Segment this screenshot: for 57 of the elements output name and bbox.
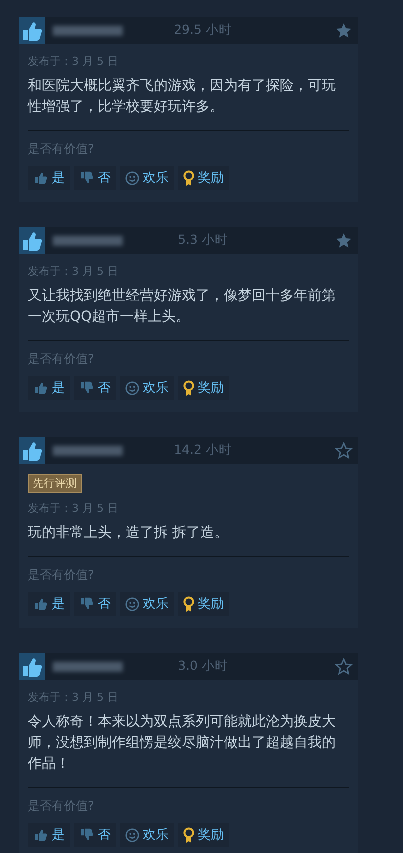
vote-yes-button[interactable]: 是 — [28, 376, 70, 400]
smiley-icon — [125, 170, 140, 186]
star-icon[interactable] — [335, 232, 353, 250]
vote-no-button[interactable]: 否 — [74, 166, 116, 190]
award-ribbon-icon — [183, 380, 195, 396]
thumbs-up-icon — [33, 170, 49, 186]
review-text: 和医院大概比翼齐飞的游戏，因为有了探险，可玩性增强了，比学校要好玩许多。 — [28, 77, 337, 117]
vote-yes-button[interactable]: 是 — [28, 166, 70, 190]
blurred-username — [53, 236, 123, 246]
blurred-username — [53, 26, 123, 36]
star-icon[interactable] — [335, 22, 353, 40]
playtime-hours: 3.0 小时 — [178, 658, 228, 675]
thumbs-up-icon — [33, 596, 49, 612]
funny-button[interactable]: 欢乐 — [120, 823, 174, 847]
thumbs-down-icon — [79, 596, 95, 612]
blurred-username — [53, 662, 123, 672]
post-date: 发布于：3 月 5 日 — [28, 264, 120, 279]
award-ribbon-icon — [183, 596, 195, 612]
vote-yes-button[interactable]: 是 — [28, 592, 70, 616]
thumbs-down-icon — [79, 827, 95, 843]
star-icon[interactable] — [335, 442, 353, 460]
star-icon[interactable] — [335, 658, 353, 676]
thumbs-down-icon — [79, 170, 95, 186]
funny-button[interactable]: 欢乐 — [120, 592, 174, 616]
review-text: 又让我找到绝世经营好游戏了，像梦回十多年前第一次玩QQ超市一样上头。 — [28, 287, 337, 327]
funny-button[interactable]: 欢乐 — [120, 376, 174, 400]
funny-button[interactable]: 欢乐 — [120, 166, 174, 190]
award-ribbon-icon — [183, 170, 195, 186]
blurred-username — [53, 446, 123, 456]
smiley-icon — [125, 828, 140, 842]
award-ribbon-icon — [183, 826, 195, 844]
award-button[interactable]: 奖励 — [178, 823, 229, 847]
post-date: 发布于：3 月 5 日 — [28, 690, 120, 705]
post-date: 发布于：3 月 5 日 — [28, 501, 120, 516]
playtime-hours: 5.3 小时 — [178, 232, 228, 249]
early-access-badge: 先行评测 — [28, 474, 82, 493]
helpful-prompt: 是否有价值? — [28, 798, 96, 815]
thumbs-up-icon — [33, 827, 49, 843]
review-text: 令人称奇！本来以为双点系列可能就此沦为换皮大师，没想到制作组愣是绞尽脑汁做出了超越自我的作品！ — [28, 713, 337, 774]
vote-no-button[interactable]: 否 — [74, 376, 116, 400]
review-text: 玩的非常上头，造了拆 拆了造。 — [28, 524, 230, 543]
award-button[interactable]: 奖励 — [178, 592, 229, 616]
helpful-prompt: 是否有价值? — [28, 567, 96, 584]
award-button[interactable]: 奖励 — [178, 376, 229, 400]
helpful-prompt: 是否有价值? — [28, 351, 96, 368]
thumbs-down-icon — [79, 380, 95, 396]
smiley-icon — [125, 596, 140, 612]
smiley-icon — [125, 380, 140, 396]
vote-yes-button[interactable]: 是 — [28, 823, 70, 847]
playtime-hours: 29.5 小时 — [174, 22, 232, 39]
vote-no-button[interactable]: 否 — [74, 592, 116, 616]
thumbs-up-icon — [33, 380, 49, 396]
post-date: 发布于：3 月 5 日 — [28, 54, 120, 69]
award-button[interactable]: 奖励 — [178, 166, 229, 190]
helpful-prompt: 是否有价值? — [28, 141, 96, 158]
playtime-hours: 14.2 小时 — [174, 442, 232, 459]
vote-no-button[interactable]: 否 — [74, 823, 116, 847]
